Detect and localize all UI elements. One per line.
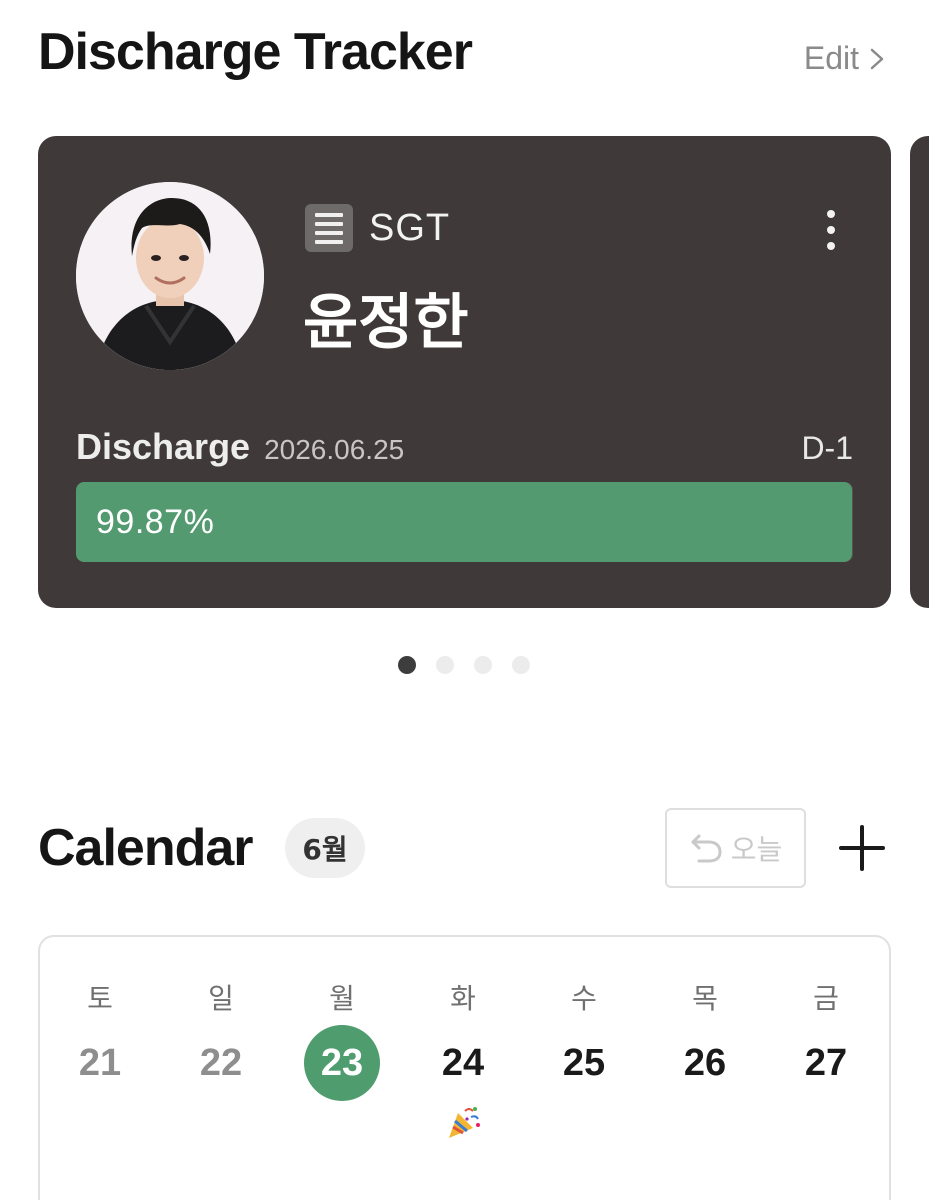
edit-button[interactable]: Edit	[804, 40, 885, 77]
unit-list-icon	[305, 204, 353, 252]
calendar-day[interactable]: 일 22	[161, 937, 281, 1200]
discharge-row: Discharge 2026.06.25 D-1	[76, 426, 853, 468]
next-card-peek[interactable]	[910, 136, 929, 608]
more-options-icon[interactable]	[821, 210, 841, 250]
unit-row: SGT	[305, 204, 450, 252]
today-label: 오늘	[730, 833, 783, 866]
avatar-portrait	[76, 182, 264, 370]
progress-fill: 99.87%	[76, 482, 852, 562]
weekday-label: 수	[571, 982, 597, 1015]
discharge-card[interactable]: SGT 윤정한 Discharge 2026.06.25 D-1 99.87%	[38, 136, 891, 608]
week-calendar: 토 21 일 22 월 23 화 24 수 25 목 26 금 27	[38, 935, 891, 1200]
chevron-right-icon	[870, 48, 884, 69]
page-title: Discharge Tracker	[38, 23, 473, 81]
person-name: 윤정한	[303, 288, 469, 358]
today-button[interactable]: 오늘	[665, 808, 806, 888]
today-date: 23	[304, 1025, 380, 1101]
add-icon[interactable]	[838, 824, 886, 872]
weekday-label: 화	[450, 982, 476, 1015]
calendar-day[interactable]: 화 24	[403, 937, 523, 1200]
dday-badge: D-1	[801, 430, 853, 466]
weekday-label: 토	[87, 982, 113, 1015]
weekday-label: 월	[329, 982, 355, 1015]
weekday-label: 금	[813, 982, 839, 1015]
carousel-dot[interactable]	[474, 656, 492, 674]
date-number: 26	[683, 1041, 727, 1084]
discharge-tracker-page: Discharge Tracker Edit SGT 윤정한 Discharge…	[0, 0, 929, 1200]
avatar	[76, 182, 264, 370]
carousel-indicator	[398, 656, 530, 674]
discharge-progress-bar: 99.87%	[76, 482, 853, 562]
calendar-day[interactable]: 월 23	[282, 937, 402, 1200]
unit-label: SGT	[369, 206, 451, 249]
weekday-label: 일	[208, 982, 234, 1015]
calendar-day[interactable]: 수 25	[524, 937, 644, 1200]
undo-arrow-icon	[691, 834, 722, 863]
weekday-label: 목	[692, 982, 718, 1015]
date-number: 24	[441, 1041, 485, 1084]
calendar-day[interactable]: 금 27	[766, 937, 886, 1200]
discharge-date: 2026.06.25	[264, 434, 405, 465]
carousel-dot[interactable]	[398, 656, 416, 674]
carousel-dot[interactable]	[512, 656, 530, 674]
date-number: 27	[804, 1041, 848, 1084]
discharge-label: Discharge	[76, 426, 251, 467]
edit-label: Edit	[803, 40, 859, 76]
carousel-dot[interactable]	[436, 656, 454, 674]
calendar-day[interactable]: 목 26	[645, 937, 765, 1200]
progress-text: 99.87%	[96, 502, 215, 541]
calendar-title: Calendar	[38, 819, 254, 877]
date-number: 21	[78, 1041, 122, 1084]
month-badge[interactable]: 6월	[285, 818, 365, 878]
party-popper-icon	[449, 1107, 480, 1138]
date-number: 25	[562, 1041, 606, 1084]
date-number: 22	[199, 1041, 243, 1084]
calendar-day[interactable]: 토 21	[40, 937, 160, 1200]
